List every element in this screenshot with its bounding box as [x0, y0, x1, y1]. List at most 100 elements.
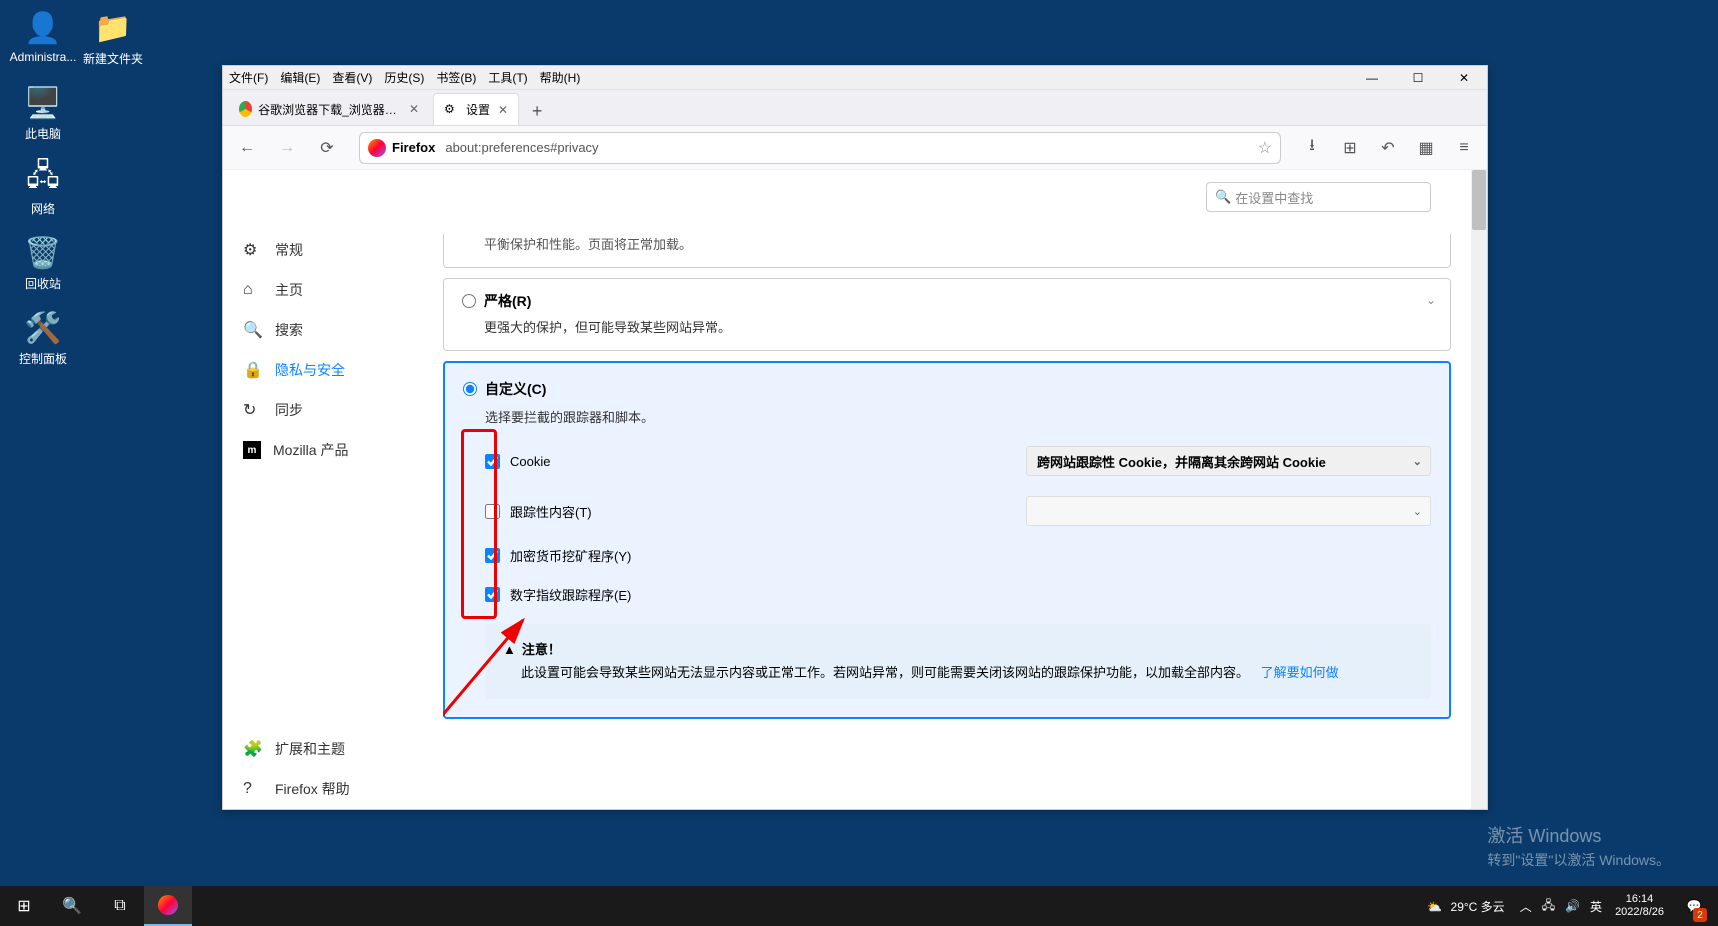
notification-count: 2	[1693, 908, 1707, 922]
tab-settings[interactable]: ⚙ 设置 ✕	[433, 93, 519, 125]
settings-main: 🔍 在设置中查找 平衡保护和性能。页面将正常加载。 严格(R) 更强大的保护，但…	[443, 170, 1471, 809]
desktop-icon-thispc[interactable]: 🖥️此电脑	[8, 83, 78, 142]
settings-sidebar: ⚙常规 ⌂主页 🔍 搜索 🔒隐私与安全 ↻同步 m Mozilla 产品 🧩扩展和主…	[223, 170, 443, 809]
tray-volume-icon[interactable]: 🔊	[1565, 899, 1580, 913]
tray-network-icon[interactable]: 🖧	[1542, 896, 1555, 917]
settings-search-input[interactable]: 🔍 在设置中查找	[1206, 182, 1431, 212]
reload-button[interactable]: ⟳	[311, 132, 343, 164]
start-button[interactable]: ⊞	[0, 886, 48, 926]
extensions-icon[interactable]: ⊞	[1335, 133, 1365, 163]
cookie-checkbox[interactable]	[485, 454, 500, 469]
chevron-down-icon[interactable]: ⌄	[1426, 293, 1436, 307]
sidebar-item-label: 常规	[275, 240, 303, 260]
tab-label: 设置	[466, 101, 490, 118]
tracking-content-row: 跟踪性内容(T) ⌄	[485, 496, 1431, 526]
desktop-icon-newfolder[interactable]: 📁新建文件夹	[78, 8, 148, 67]
notice-body: 此设置可能会导致某些网站无法显示内容或正常工作。若网站异常，则可能需要关闭该网站…	[521, 665, 1249, 680]
sidebar-item-search[interactable]: 🔍 搜索	[223, 310, 443, 350]
chevron-down-icon: ⌄	[1413, 455, 1422, 468]
taskbar-tray: ⛅ 29°C 多云 ︿ 🖧 🔊 英 16:14 2022/8/26 💬2	[1422, 886, 1718, 926]
sidebar-item-help[interactable]: ?Firefox 帮助	[223, 769, 443, 809]
taskbar-clock[interactable]: 16:14 2022/8/26	[1607, 893, 1672, 919]
notice-box: ▲ 注意！ 此设置可能会导致某些网站无法显示内容或正常工作。若网站异常，则可能需要…	[485, 624, 1431, 699]
bookmark-star-icon[interactable]: ☆	[1258, 138, 1272, 158]
fingerprinter-checkbox[interactable]	[485, 587, 500, 602]
weather-text: 29°C 多云	[1451, 900, 1505, 914]
desktop-icon-network[interactable]: 🖧网络	[8, 158, 78, 217]
search-button[interactable]: 🔍	[48, 886, 96, 926]
tab-chrome-download[interactable]: 谷歌浏览器下载_浏览器官网入口 ✕	[229, 93, 429, 125]
ime-indicator[interactable]: 英	[1590, 898, 1602, 915]
cryptominer-checkbox[interactable]	[485, 548, 500, 563]
menu-view[interactable]: 查看(V)	[332, 69, 372, 86]
firefox-window: 文件(F) 编辑(E) 查看(V) 历史(S) 书签(B) 工具(T) 帮助(H…	[222, 65, 1488, 810]
sidebar-item-sync[interactable]: ↻同步	[223, 390, 443, 430]
forward-button[interactable]: →	[271, 132, 303, 164]
undo-icon[interactable]: ↶	[1373, 133, 1403, 163]
desktop-icon-recyclebin[interactable]: 🗑️回收站	[8, 233, 78, 292]
tracking-content-checkbox[interactable]	[485, 504, 500, 519]
desktop-icon-controlpanel[interactable]: 🛠️控制面板	[8, 308, 78, 367]
window-close-button[interactable]: ✕	[1441, 66, 1487, 90]
task-view-button[interactable]: ⧉	[96, 886, 144, 926]
cookie-select[interactable]: 跨网站跟踪性 Cookie，并隔离其余跨网站 Cookie ⌄	[1026, 446, 1431, 476]
notifications-button[interactable]: 💬2	[1672, 886, 1716, 926]
search-icon: 🔍	[243, 320, 263, 340]
window-minimize-button[interactable]: —	[1349, 66, 1395, 90]
help-icon: ?	[243, 780, 263, 798]
taskbar: ⊞ 🔍 ⧉ ⛅ 29°C 多云 ︿ 🖧 🔊 英 16:14 2022/8/26 …	[0, 886, 1718, 926]
notice-title-text: 注意！	[522, 638, 561, 661]
menu-help[interactable]: 帮助(H)	[540, 69, 581, 86]
tab-bar: 谷歌浏览器下载_浏览器官网入口 ✕ ⚙ 设置 ✕ +	[223, 90, 1487, 126]
watermark-line2: 转到"设置"以激活 Windows。	[1487, 850, 1670, 871]
strict-radio[interactable]	[462, 294, 476, 308]
option-title: 严格(R)	[484, 291, 531, 311]
option-desc: 选择要拦截的跟踪器和脚本。	[485, 407, 1431, 426]
desktop-icon-label: 回收站	[8, 275, 78, 292]
custom-radio[interactable]	[463, 382, 477, 396]
taskbar-firefox[interactable]	[144, 886, 192, 926]
menu-history[interactable]: 历史(S)	[384, 69, 424, 86]
menu-icon[interactable]: ≡	[1449, 133, 1479, 163]
option-box-custom: 自定义(C) 选择要拦截的跟踪器和脚本。 Cookie 跨网站跟踪性 Cooki…	[443, 361, 1451, 719]
weather-widget[interactable]: ⛅ 29°C 多云	[1427, 898, 1509, 915]
sidebar-item-home[interactable]: ⌂主页	[223, 270, 443, 310]
chrome-icon	[239, 101, 252, 117]
menu-file[interactable]: 文件(F)	[229, 69, 268, 86]
sidebar-item-privacy[interactable]: 🔒隐私与安全	[223, 350, 443, 390]
notice-link[interactable]: 了解要如何做	[1261, 665, 1339, 680]
sidebar-item-label: Mozilla 产品	[273, 440, 348, 460]
downloads-icon[interactable]: ⭳	[1297, 133, 1327, 163]
fingerprinter-row: 数字指纹跟踪程序(E)	[485, 585, 1431, 604]
home-icon: ⌂	[243, 281, 263, 299]
tab-close-button[interactable]: ✕	[409, 102, 419, 116]
menu-tools[interactable]: 工具(T)	[488, 69, 527, 86]
url-path: about:preferences#privacy	[445, 140, 598, 155]
new-tab-button[interactable]: +	[523, 97, 551, 125]
option-box-standard-truncated: 平衡保护和性能。页面将正常加载。	[443, 234, 1451, 268]
sidebar-item-label: 搜索	[275, 320, 303, 340]
menu-bookmarks[interactable]: 书签(B)	[436, 69, 476, 86]
sidebar-item-extensions[interactable]: 🧩扩展和主题	[223, 729, 443, 769]
gear-icon: ⚙	[444, 102, 460, 118]
tracking-content-select: ⌄	[1026, 496, 1431, 526]
sidebar-item-mozilla[interactable]: m Mozilla 产品	[223, 430, 443, 470]
back-button[interactable]: ←	[231, 132, 263, 164]
tab-close-button[interactable]: ✕	[498, 103, 508, 117]
desktop-icon-label: Administra...	[8, 50, 78, 64]
window-maximize-button[interactable]: ☐	[1395, 66, 1441, 90]
clock-time: 16:14	[1615, 893, 1664, 906]
tray-chevron-icon[interactable]: ︿	[1520, 898, 1532, 915]
warning-icon: ▲	[503, 638, 516, 661]
menu-edit[interactable]: 编辑(E)	[280, 69, 320, 86]
scrollbar-thumb[interactable]	[1472, 170, 1486, 230]
mozilla-icon: m	[243, 441, 261, 459]
scrollbar[interactable]	[1471, 170, 1487, 809]
sidebar-item-general[interactable]: ⚙常规	[223, 230, 443, 270]
apps-icon[interactable]: ▦	[1411, 133, 1441, 163]
option-box-strict[interactable]: 严格(R) 更强大的保护，但可能导致某些网站异常。 ⌄	[443, 278, 1451, 351]
url-input[interactable]: Firefox about:preferences#privacy ☆	[359, 132, 1281, 164]
desktop-icon-admin[interactable]: 👤Administra...	[8, 8, 78, 67]
sidebar-item-label: 扩展和主题	[275, 739, 345, 759]
select-value: 跨网站跟踪性 Cookie，并隔离其余跨网站 Cookie	[1037, 452, 1326, 471]
